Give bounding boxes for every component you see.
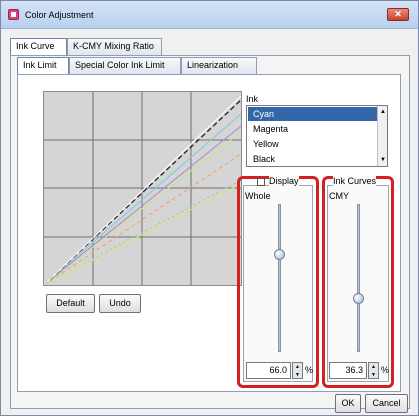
curve-plot [44, 92, 241, 285]
default-button[interactable]: Default [46, 294, 95, 313]
top-tab-row: Ink Curve K-CMY Mixing Ratio [10, 38, 410, 55]
whole-percent-unit: % [305, 365, 314, 375]
ink-label: Ink [246, 94, 259, 104]
undo-button[interactable]: Undo [99, 294, 141, 313]
ink-curve-graph[interactable] [43, 91, 242, 286]
spin-up-icon[interactable]: ▲ [371, 364, 376, 370]
app-icon [8, 9, 19, 20]
title-bar[interactable]: Color Adjustment ✕ [1, 1, 418, 29]
cmy-slider-track[interactable] [357, 204, 360, 352]
spin-up-icon[interactable]: ▲ [295, 364, 300, 370]
cmy-value-field[interactable]: 36.3 [329, 362, 367, 379]
cmy-slider-knob[interactable] [353, 293, 364, 304]
whole-spinner[interactable]: ▲ ▼ [292, 362, 303, 379]
display-checkbox[interactable] [257, 178, 265, 186]
whole-slider-track[interactable] [278, 204, 281, 352]
color-adjustment-window: Color Adjustment ✕ Ink Curve K-CMY Mixin… [0, 0, 419, 416]
spin-down-icon[interactable]: ▼ [371, 372, 376, 378]
window-title: Color Adjustment [25, 10, 94, 20]
ink-item-yellow[interactable]: Yellow [248, 137, 377, 151]
ink-item-magenta[interactable]: Magenta [248, 122, 377, 136]
tab-linearization[interactable]: Linearization [181, 57, 257, 74]
tab-special-color-ink-limit[interactable]: Special Color Ink Limit [69, 57, 181, 74]
whole-title: Whole [245, 191, 271, 201]
ok-button[interactable]: OK [335, 394, 361, 413]
cmy-percent-unit: % [381, 365, 390, 375]
cmy-spinner[interactable]: ▲ ▼ [368, 362, 379, 379]
ink-item-cyan[interactable]: Cyan [248, 107, 377, 121]
tab-k-cmy-mixing-ratio[interactable]: K-CMY Mixing Ratio [67, 38, 162, 55]
scroll-down-arrow-icon[interactable]: ▼ [379, 156, 387, 164]
cmy-highlight-frame: Ink Curves CMY 36.3 ▲ ▼ % [322, 176, 394, 388]
cmy-title: CMY [329, 191, 349, 201]
scroll-up-arrow-icon[interactable]: ▲ [379, 108, 387, 116]
tab-ink-curve[interactable]: Ink Curve [10, 38, 67, 55]
ink-list-scrollbar[interactable]: ▲ ▼ [377, 106, 387, 166]
ink-curves-label: Ink Curves [333, 176, 377, 186]
whole-slider-knob[interactable] [274, 249, 285, 260]
tab-ink-limit[interactable]: Ink Limit [17, 57, 69, 74]
display-checkbox-label: Display [269, 176, 299, 186]
sub-tab-row: Ink Limit Special Color Ink Limit Linear… [17, 57, 401, 74]
whole-value-field[interactable]: 66.0 [246, 362, 291, 379]
ink-listbox[interactable]: Cyan Magenta Yellow Black ▲ ▼ [246, 105, 388, 167]
cancel-button[interactable]: Cancel [365, 394, 408, 413]
ink-item-black[interactable]: Black [248, 152, 377, 166]
close-button[interactable]: ✕ [387, 8, 409, 21]
whole-highlight-frame: Display Whole 66.0 ▲ ▼ % [237, 176, 319, 388]
spin-down-icon[interactable]: ▼ [295, 372, 300, 378]
